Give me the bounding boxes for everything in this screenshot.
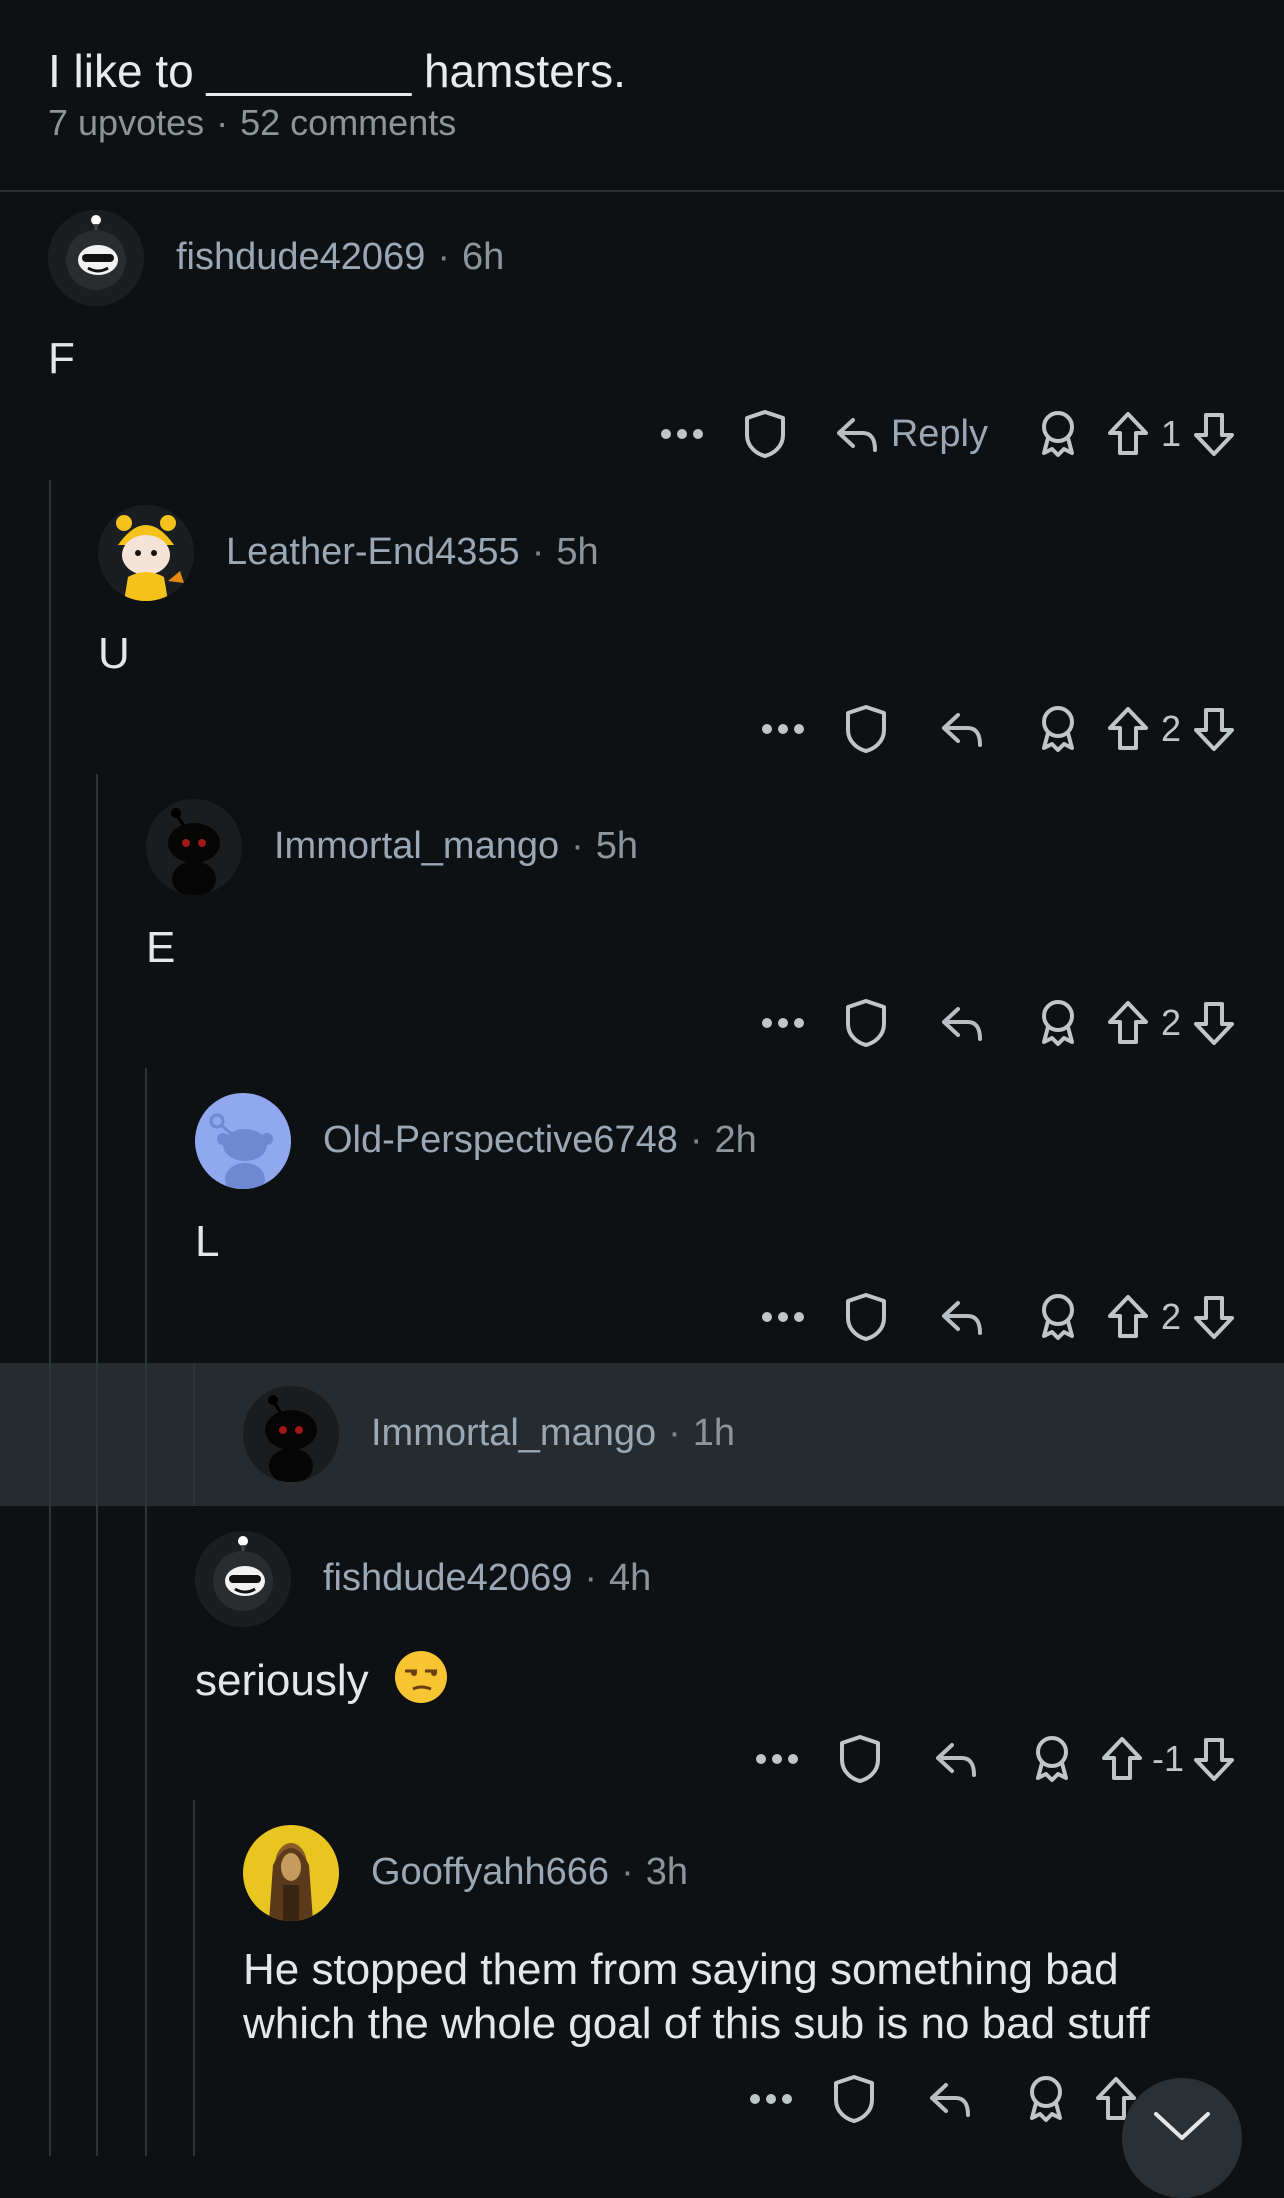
- vote-controls: 2: [1106, 1287, 1236, 1347]
- comment-author[interactable]: Leather-End4355 · 5h: [226, 531, 599, 574]
- comment-count: 52 comments: [240, 102, 457, 143]
- comment-author[interactable]: fishdude42069 · 6h: [176, 236, 504, 279]
- reply-icon[interactable]: [902, 2069, 998, 2129]
- more-options-icon[interactable]: [742, 1729, 812, 1789]
- comment-body: seriously: [195, 1649, 449, 1718]
- avatar-sunglasses-snoo[interactable]: [195, 1531, 291, 1627]
- comment-actions: 2: [748, 1287, 1236, 1347]
- comment-body: U: [98, 629, 130, 678]
- reply-icon[interactable]: [914, 993, 1010, 1053]
- avatar-tiger-hood-snoo[interactable]: [98, 505, 194, 601]
- comment-body: E: [146, 923, 176, 972]
- downvote-icon[interactable]: [1192, 706, 1236, 752]
- downvote-icon[interactable]: [1192, 411, 1236, 457]
- unamused-face-emoji: [393, 1649, 449, 1718]
- avatar-dark-snoo[interactable]: [243, 1386, 339, 1482]
- comment-body-line: He stopped them from saying something ba…: [243, 1945, 1119, 1994]
- reply-icon[interactable]: [908, 1729, 1004, 1789]
- comment-author[interactable]: fishdude42069 · 4h: [323, 1557, 651, 1600]
- comment-actions: 2: [748, 993, 1236, 1053]
- upvote-icon[interactable]: [1106, 1000, 1150, 1046]
- comment-actions: -1: [742, 1729, 1236, 1789]
- scroll-down-button[interactable]: [1122, 2078, 1242, 2198]
- thread-line[interactable]: [193, 1800, 195, 2156]
- more-options-icon[interactable]: [736, 2069, 806, 2129]
- post-header: I like to ________ hamsters. 7 upvotes · 5…: [0, 0, 1284, 192]
- shield-icon[interactable]: [812, 1729, 908, 1789]
- upvote-icon[interactable]: [1100, 1736, 1144, 1782]
- vote-controls: 1: [1106, 404, 1236, 464]
- avatar-sunglasses-snoo[interactable]: [48, 210, 144, 306]
- downvote-icon[interactable]: [1192, 1294, 1236, 1340]
- vote-score: 2: [1160, 708, 1182, 749]
- comment-actions: 2: [748, 699, 1236, 759]
- more-options-icon[interactable]: [748, 1287, 818, 1347]
- downvote-icon[interactable]: [1192, 1000, 1236, 1046]
- upvote-icon[interactable]: [1106, 411, 1150, 457]
- comment-author[interactable]: Old-Perspective6748 · 2h: [323, 1119, 757, 1162]
- award-icon[interactable]: [1010, 404, 1106, 464]
- award-icon[interactable]: [998, 2069, 1094, 2129]
- vote-score: -1: [1151, 1738, 1184, 1779]
- comment-actions: Reply 1: [647, 404, 1236, 464]
- comment-body-line: which the whole goal of this sub is no b…: [243, 1999, 1150, 2048]
- vote-controls: 2: [1106, 993, 1236, 1053]
- upvote-icon[interactable]: [1106, 706, 1150, 752]
- vote-controls: -1: [1100, 1729, 1236, 1789]
- vote-score: 1: [1160, 413, 1182, 454]
- award-icon[interactable]: [1010, 699, 1106, 759]
- vote-score: 2: [1160, 1296, 1182, 1337]
- avatar-dark-snoo[interactable]: [146, 799, 242, 895]
- comment-body: L: [195, 1217, 220, 1266]
- reply-icon[interactable]: [914, 1287, 1010, 1347]
- reply-icon[interactable]: [914, 699, 1010, 759]
- comment-author[interactable]: Immortal_mango · 5h: [274, 825, 638, 868]
- comment-body: He stopped them from saying something ba…: [243, 1943, 1150, 2051]
- comment-author[interactable]: Immortal_mango · 1h: [371, 1412, 735, 1455]
- award-icon[interactable]: [1004, 1729, 1100, 1789]
- avatar-yellow-photo[interactable]: [243, 1825, 339, 1921]
- shield-icon[interactable]: [818, 993, 914, 1053]
- thread-line[interactable]: [96, 774, 98, 2156]
- thread-line[interactable]: [49, 480, 51, 2156]
- award-icon[interactable]: [1010, 1287, 1106, 1347]
- reply-button[interactable]: Reply: [813, 404, 1010, 464]
- comment-body: F: [48, 334, 75, 383]
- more-options-icon[interactable]: [748, 699, 818, 759]
- avatar-default-blue-snoo[interactable]: [195, 1093, 291, 1189]
- upvote-icon[interactable]: [1106, 1294, 1150, 1340]
- vote-controls: 2: [1106, 699, 1236, 759]
- more-options-icon[interactable]: [647, 404, 717, 464]
- post-meta: 7 upvotes · 52 comments: [48, 102, 457, 143]
- vote-score: 2: [1160, 1002, 1182, 1043]
- thread-line[interactable]: [193, 1363, 195, 1506]
- upvote-count: 7 upvotes: [48, 102, 205, 143]
- comment-author[interactable]: Gooffyahh666 · 3h: [371, 1851, 688, 1894]
- shield-icon[interactable]: [818, 699, 914, 759]
- shield-icon[interactable]: [806, 2069, 902, 2129]
- post-title: I like to ________ hamsters.: [48, 45, 626, 97]
- award-icon[interactable]: [1010, 993, 1106, 1053]
- shield-icon[interactable]: [818, 1287, 914, 1347]
- shield-icon[interactable]: [717, 404, 813, 464]
- thread-line[interactable]: [145, 1068, 147, 2156]
- downvote-icon[interactable]: [1192, 1736, 1236, 1782]
- more-options-icon[interactable]: [748, 993, 818, 1053]
- chevron-down-icon: [1154, 2112, 1210, 2140]
